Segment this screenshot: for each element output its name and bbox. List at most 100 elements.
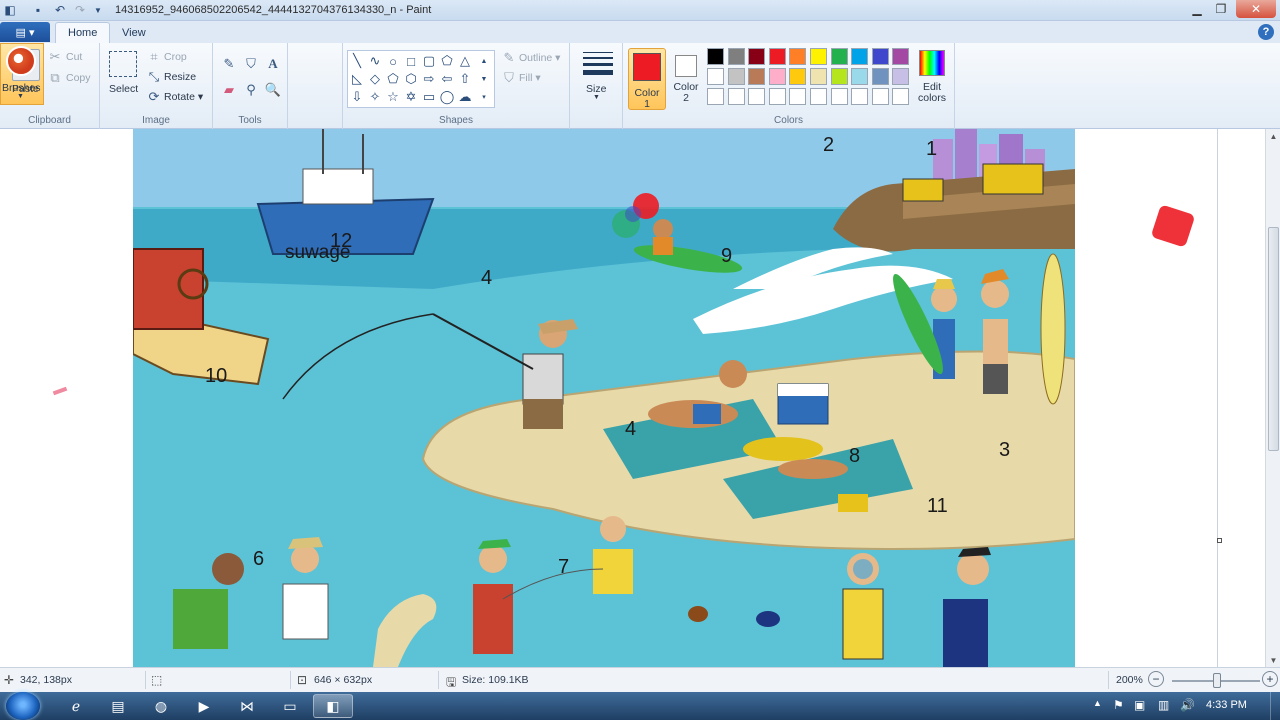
edit-colors-button[interactable]: Edit colors — [914, 82, 950, 104]
internet-explorer-icon[interactable]: ℯ — [56, 694, 96, 718]
callout-oval-shape-icon[interactable]: ◯ — [438, 88, 456, 106]
media-player-icon[interactable]: ▶ — [184, 694, 224, 718]
palette-swatch[interactable] — [748, 68, 766, 85]
volume-icon[interactable]: 🔊 — [1180, 698, 1195, 712]
canvas-resize-handle[interactable] — [1217, 538, 1222, 543]
palette-swatch[interactable] — [892, 68, 910, 85]
copy-button[interactable]: Copy — [66, 72, 91, 84]
color2-button[interactable] — [675, 55, 697, 77]
fill-icon[interactable]: ⛉ — [502, 70, 516, 85]
outline-icon[interactable]: ✎ — [502, 50, 516, 65]
scroll-up-arrow-icon[interactable]: ▲ — [1266, 129, 1280, 143]
polygon-shape-icon[interactable]: ⬠ — [438, 52, 456, 70]
canvas-image[interactable]: 2 1 12 suwage 4 9 10 4 8 3 11 6 7 — [133, 129, 1075, 667]
resize-icon[interactable]: ⤡ — [147, 69, 161, 84]
oval-shape-icon[interactable]: ○ — [384, 52, 402, 70]
pentagon-shape-icon[interactable]: ⬠ — [384, 70, 402, 88]
paint-taskbar-icon[interactable]: ◧ — [313, 694, 353, 718]
cut-icon[interactable]: ✂ — [48, 49, 62, 64]
shapes-expand-icon[interactable]: ▾ — [476, 88, 492, 106]
edit-colors-icon[interactable] — [919, 50, 945, 76]
customize-quick-access-icon[interactable]: ▼ — [90, 2, 106, 18]
diamond-shape-icon[interactable]: ◇ — [366, 70, 384, 88]
palette-swatch[interactable] — [748, 48, 766, 65]
tray-app-icon[interactable]: ▣ — [1134, 698, 1145, 712]
magnifier-icon[interactable]: 🔍 — [264, 81, 282, 99]
copy-icon[interactable]: ⧉ — [48, 70, 62, 85]
action-center-flag-icon[interactable]: ⚑ — [1113, 698, 1124, 712]
down-arrow-shape-icon[interactable]: ⇩ — [348, 88, 366, 106]
callout-cloud-shape-icon[interactable]: ☁ — [456, 88, 474, 106]
outline-button[interactable]: Outline ▾ — [519, 52, 560, 64]
text-tool-icon[interactable]: A — [264, 55, 282, 73]
select-icon[interactable] — [109, 51, 137, 77]
palette-swatch[interactable] — [892, 88, 910, 105]
four-point-star-shape-icon[interactable]: ✧ — [366, 88, 384, 106]
palette-swatch[interactable] — [727, 48, 745, 65]
palette-swatch[interactable] — [851, 48, 869, 65]
crop-icon[interactable]: ⌗ — [147, 49, 161, 64]
palette-swatch[interactable] — [707, 88, 724, 105]
chrome-icon[interactable]: ◍ — [141, 694, 181, 718]
right-triangle-shape-icon[interactable]: ◺ — [348, 70, 366, 88]
palette-swatch[interactable] — [768, 48, 786, 65]
save-icon[interactable]: ▪ — [30, 2, 46, 18]
palette-swatch[interactable] — [789, 48, 807, 65]
paint-app-icon[interactable]: ◧ — [2, 2, 18, 18]
palette-swatch[interactable] — [810, 88, 827, 105]
vertical-scroll-thumb[interactable] — [1268, 227, 1279, 451]
palette-swatch[interactable] — [871, 68, 889, 85]
rounded-rectangle-shape-icon[interactable]: ▢ — [420, 52, 438, 70]
color-picker-icon[interactable]: ⚲ — [242, 81, 260, 99]
size-group[interactable]: Size ▼ — [570, 43, 623, 129]
palette-swatch[interactable] — [789, 68, 807, 85]
fill-button[interactable]: Fill ▾ — [519, 72, 541, 84]
palette-swatch[interactable] — [768, 68, 786, 85]
file-explorer-icon[interactable]: ▤ — [98, 694, 138, 718]
scroll-down-arrow-icon[interactable]: ▼ — [1266, 653, 1280, 667]
app-icon[interactable]: ⋈ — [227, 694, 267, 718]
show-desktop-button[interactable] — [1270, 692, 1280, 720]
rotate-icon[interactable]: ⟳ — [147, 89, 161, 104]
rotate-button[interactable]: Rotate ▾ — [164, 91, 203, 103]
five-point-star-shape-icon[interactable]: ☆ — [384, 88, 402, 106]
taskbar-clock[interactable]: 4:33 PM — [1206, 699, 1247, 711]
cut-button[interactable]: Cut — [66, 51, 82, 63]
palette-swatch[interactable] — [707, 48, 724, 65]
fill-bucket-icon[interactable]: ⛉ — [242, 55, 260, 73]
redo-icon[interactable]: ↷ — [72, 2, 88, 18]
crop-button[interactable]: Crop — [164, 51, 187, 63]
minimize-button[interactable]: ▁ — [1184, 0, 1210, 18]
zoom-in-button[interactable]: + — [1262, 671, 1278, 687]
palette-swatch[interactable] — [768, 88, 786, 105]
palette-swatch[interactable] — [830, 48, 848, 65]
palette-swatch[interactable] — [727, 68, 745, 85]
maximize-button[interactable]: ❐ — [1208, 0, 1234, 18]
network-icon[interactable]: ▥ — [1158, 698, 1169, 712]
vertical-scrollbar[interactable]: ▲ ▼ — [1265, 129, 1280, 667]
hexagon-shape-icon[interactable]: ⬡ — [402, 70, 420, 88]
start-button[interactable] — [6, 692, 40, 720]
triangle-shape-icon[interactable]: △ — [456, 52, 474, 70]
palette-swatch[interactable] — [871, 88, 889, 105]
palette-swatch[interactable] — [789, 88, 807, 105]
callout-rectangle-shape-icon[interactable]: ▭ — [420, 88, 438, 106]
palette-swatch[interactable] — [871, 48, 889, 65]
zoom-slider-thumb[interactable] — [1213, 673, 1221, 688]
left-arrow-shape-icon[interactable]: ⇦ — [438, 70, 456, 88]
palette-swatch[interactable] — [892, 48, 910, 65]
six-point-star-shape-icon[interactable]: ✡ — [402, 88, 420, 106]
palette-swatch[interactable] — [830, 88, 848, 105]
palette-swatch[interactable] — [851, 68, 869, 85]
file-menu-button[interactable]: ▤ ▾ — [0, 22, 50, 42]
pencil-icon[interactable]: ✎ — [220, 55, 238, 73]
palette-swatch[interactable] — [851, 88, 869, 105]
palette-swatch[interactable] — [810, 68, 827, 85]
line-shape-icon[interactable]: ╲ — [348, 52, 366, 70]
eraser-icon[interactable]: ▰ — [220, 81, 238, 99]
zoom-out-button[interactable]: − — [1148, 671, 1164, 687]
window-app-icon[interactable]: ▭ — [270, 694, 310, 718]
select-button[interactable]: Select — [109, 83, 138, 95]
palette-swatch[interactable] — [810, 48, 827, 65]
palette-swatch[interactable] — [830, 68, 848, 85]
